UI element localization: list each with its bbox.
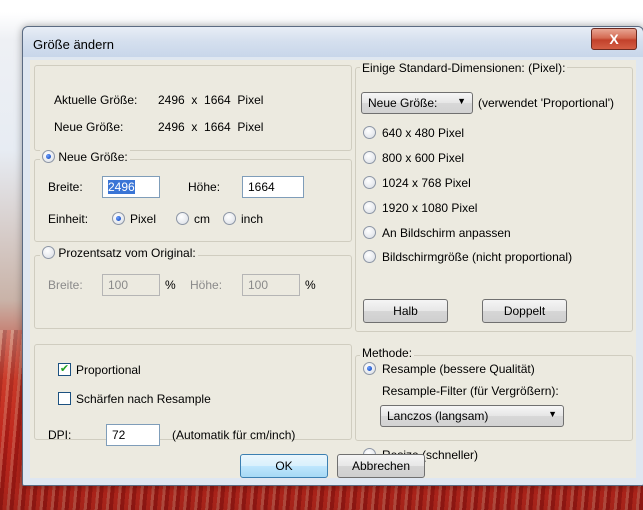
cancel-button[interactable]: Abbrechen bbox=[337, 454, 425, 478]
fit-screen-label: An Bildschirm anpassen bbox=[382, 226, 511, 240]
unit-cm-label: cm bbox=[194, 212, 210, 226]
filter-label: Resample-Filter (für Vergrößern): bbox=[382, 384, 559, 398]
percent-width-label: Breite: bbox=[48, 278, 83, 292]
width-label: Breite: bbox=[48, 180, 83, 194]
std-640-label: 640 x 480 Pixel bbox=[382, 126, 465, 140]
ok-button[interactable]: OK bbox=[240, 454, 328, 478]
proportional-label: Proportional bbox=[76, 363, 141, 377]
unit-cm-radio[interactable] bbox=[176, 212, 189, 225]
method-legend: Methode: bbox=[360, 346, 415, 360]
proportional-checkbox[interactable]: ✔ bbox=[58, 363, 71, 376]
new-size-radio[interactable] bbox=[42, 150, 55, 163]
unit-label: Einheit: bbox=[48, 212, 89, 226]
new-size-group bbox=[34, 159, 352, 242]
std-1024-label: 1024 x 768 Pixel bbox=[382, 176, 471, 190]
current-size-label: Aktuelle Größe: bbox=[54, 93, 138, 107]
percent-height-unit: % bbox=[305, 278, 316, 292]
percent-width-unit: % bbox=[165, 278, 176, 292]
std-1920-label: 1920 x 1080 Pixel bbox=[382, 201, 478, 215]
percent-radio[interactable] bbox=[42, 246, 55, 259]
percent-height-input[interactable]: 100 bbox=[242, 274, 300, 296]
std-1024-radio[interactable] bbox=[363, 176, 376, 189]
new-size-info-value: 2496 x 1664 Pixel bbox=[158, 120, 264, 134]
chevron-down-icon: ▼ bbox=[548, 409, 557, 419]
resize-dialog: Größe ändern X Aktuelle Größe: 2496 x 16… bbox=[22, 26, 643, 486]
dpi-input[interactable]: 72 bbox=[106, 424, 160, 446]
standard-dimensions-legend: Einige Standard-Dimensionen: (Pixel): bbox=[360, 61, 568, 75]
title-bar: Größe ändern X bbox=[23, 27, 643, 57]
std-640-radio[interactable] bbox=[363, 126, 376, 139]
standard-size-combo-value: Neue Größe: bbox=[368, 96, 438, 110]
std-800-radio[interactable] bbox=[363, 151, 376, 164]
dpi-label: DPI: bbox=[48, 428, 72, 442]
unit-pixel-radio[interactable] bbox=[112, 212, 125, 225]
screen-size-radio[interactable] bbox=[363, 250, 376, 263]
chevron-down-icon: ▼ bbox=[457, 96, 466, 106]
screen-size-label: Bildschirmgröße (nicht proportional) bbox=[382, 250, 573, 264]
percent-group bbox=[34, 255, 352, 329]
width-input[interactable]: 2496 bbox=[102, 176, 160, 198]
resample-label: Resample (bessere Qualität) bbox=[382, 362, 535, 376]
close-button[interactable]: X bbox=[591, 28, 637, 50]
unit-inch-radio[interactable] bbox=[223, 212, 236, 225]
combo-note: (verwendet 'Proportional') bbox=[478, 96, 614, 110]
dpi-note: (Automatik für cm/inch) bbox=[172, 428, 296, 442]
new-size-info-label: Neue Größe: bbox=[54, 120, 124, 134]
half-button[interactable]: Halb bbox=[363, 299, 448, 323]
sharpen-label: Schärfen nach Resample bbox=[76, 392, 211, 406]
percent-radio-label: Prozentsatz vom Original: bbox=[58, 246, 196, 260]
size-info-group bbox=[34, 65, 352, 151]
resample-radio[interactable] bbox=[363, 362, 376, 375]
current-size-value: 2496 x 1664 Pixel bbox=[158, 93, 264, 107]
std-800-label: 800 x 600 Pixel bbox=[382, 151, 465, 165]
unit-inch-label: inch bbox=[241, 212, 264, 226]
dialog-client: Aktuelle Größe: 2496 x 1664 Pixel Neue G… bbox=[30, 60, 636, 478]
height-input[interactable]: 1664 bbox=[242, 176, 304, 198]
new-size-legend: Neue Größe: bbox=[40, 150, 130, 166]
filter-combo-value: Lanczos (langsam) bbox=[387, 409, 489, 423]
unit-pixel-label: Pixel bbox=[130, 212, 157, 226]
height-label: Höhe: bbox=[188, 180, 221, 194]
double-button[interactable]: Doppelt bbox=[482, 299, 567, 323]
new-size-radio-label: Neue Größe: bbox=[58, 150, 128, 164]
filter-combo[interactable]: Lanczos (langsam) ▼ bbox=[380, 405, 564, 427]
std-1920-radio[interactable] bbox=[363, 201, 376, 214]
fit-screen-radio[interactable] bbox=[363, 226, 376, 239]
percent-height-label: Höhe: bbox=[190, 278, 223, 292]
dialog-title: Größe ändern bbox=[33, 37, 114, 52]
standard-size-combo[interactable]: Neue Größe: ▼ bbox=[361, 92, 473, 114]
sharpen-checkbox[interactable] bbox=[58, 392, 71, 405]
percent-legend: Prozentsatz vom Original: bbox=[40, 246, 198, 262]
percent-width-input[interactable]: 100 bbox=[102, 274, 160, 296]
